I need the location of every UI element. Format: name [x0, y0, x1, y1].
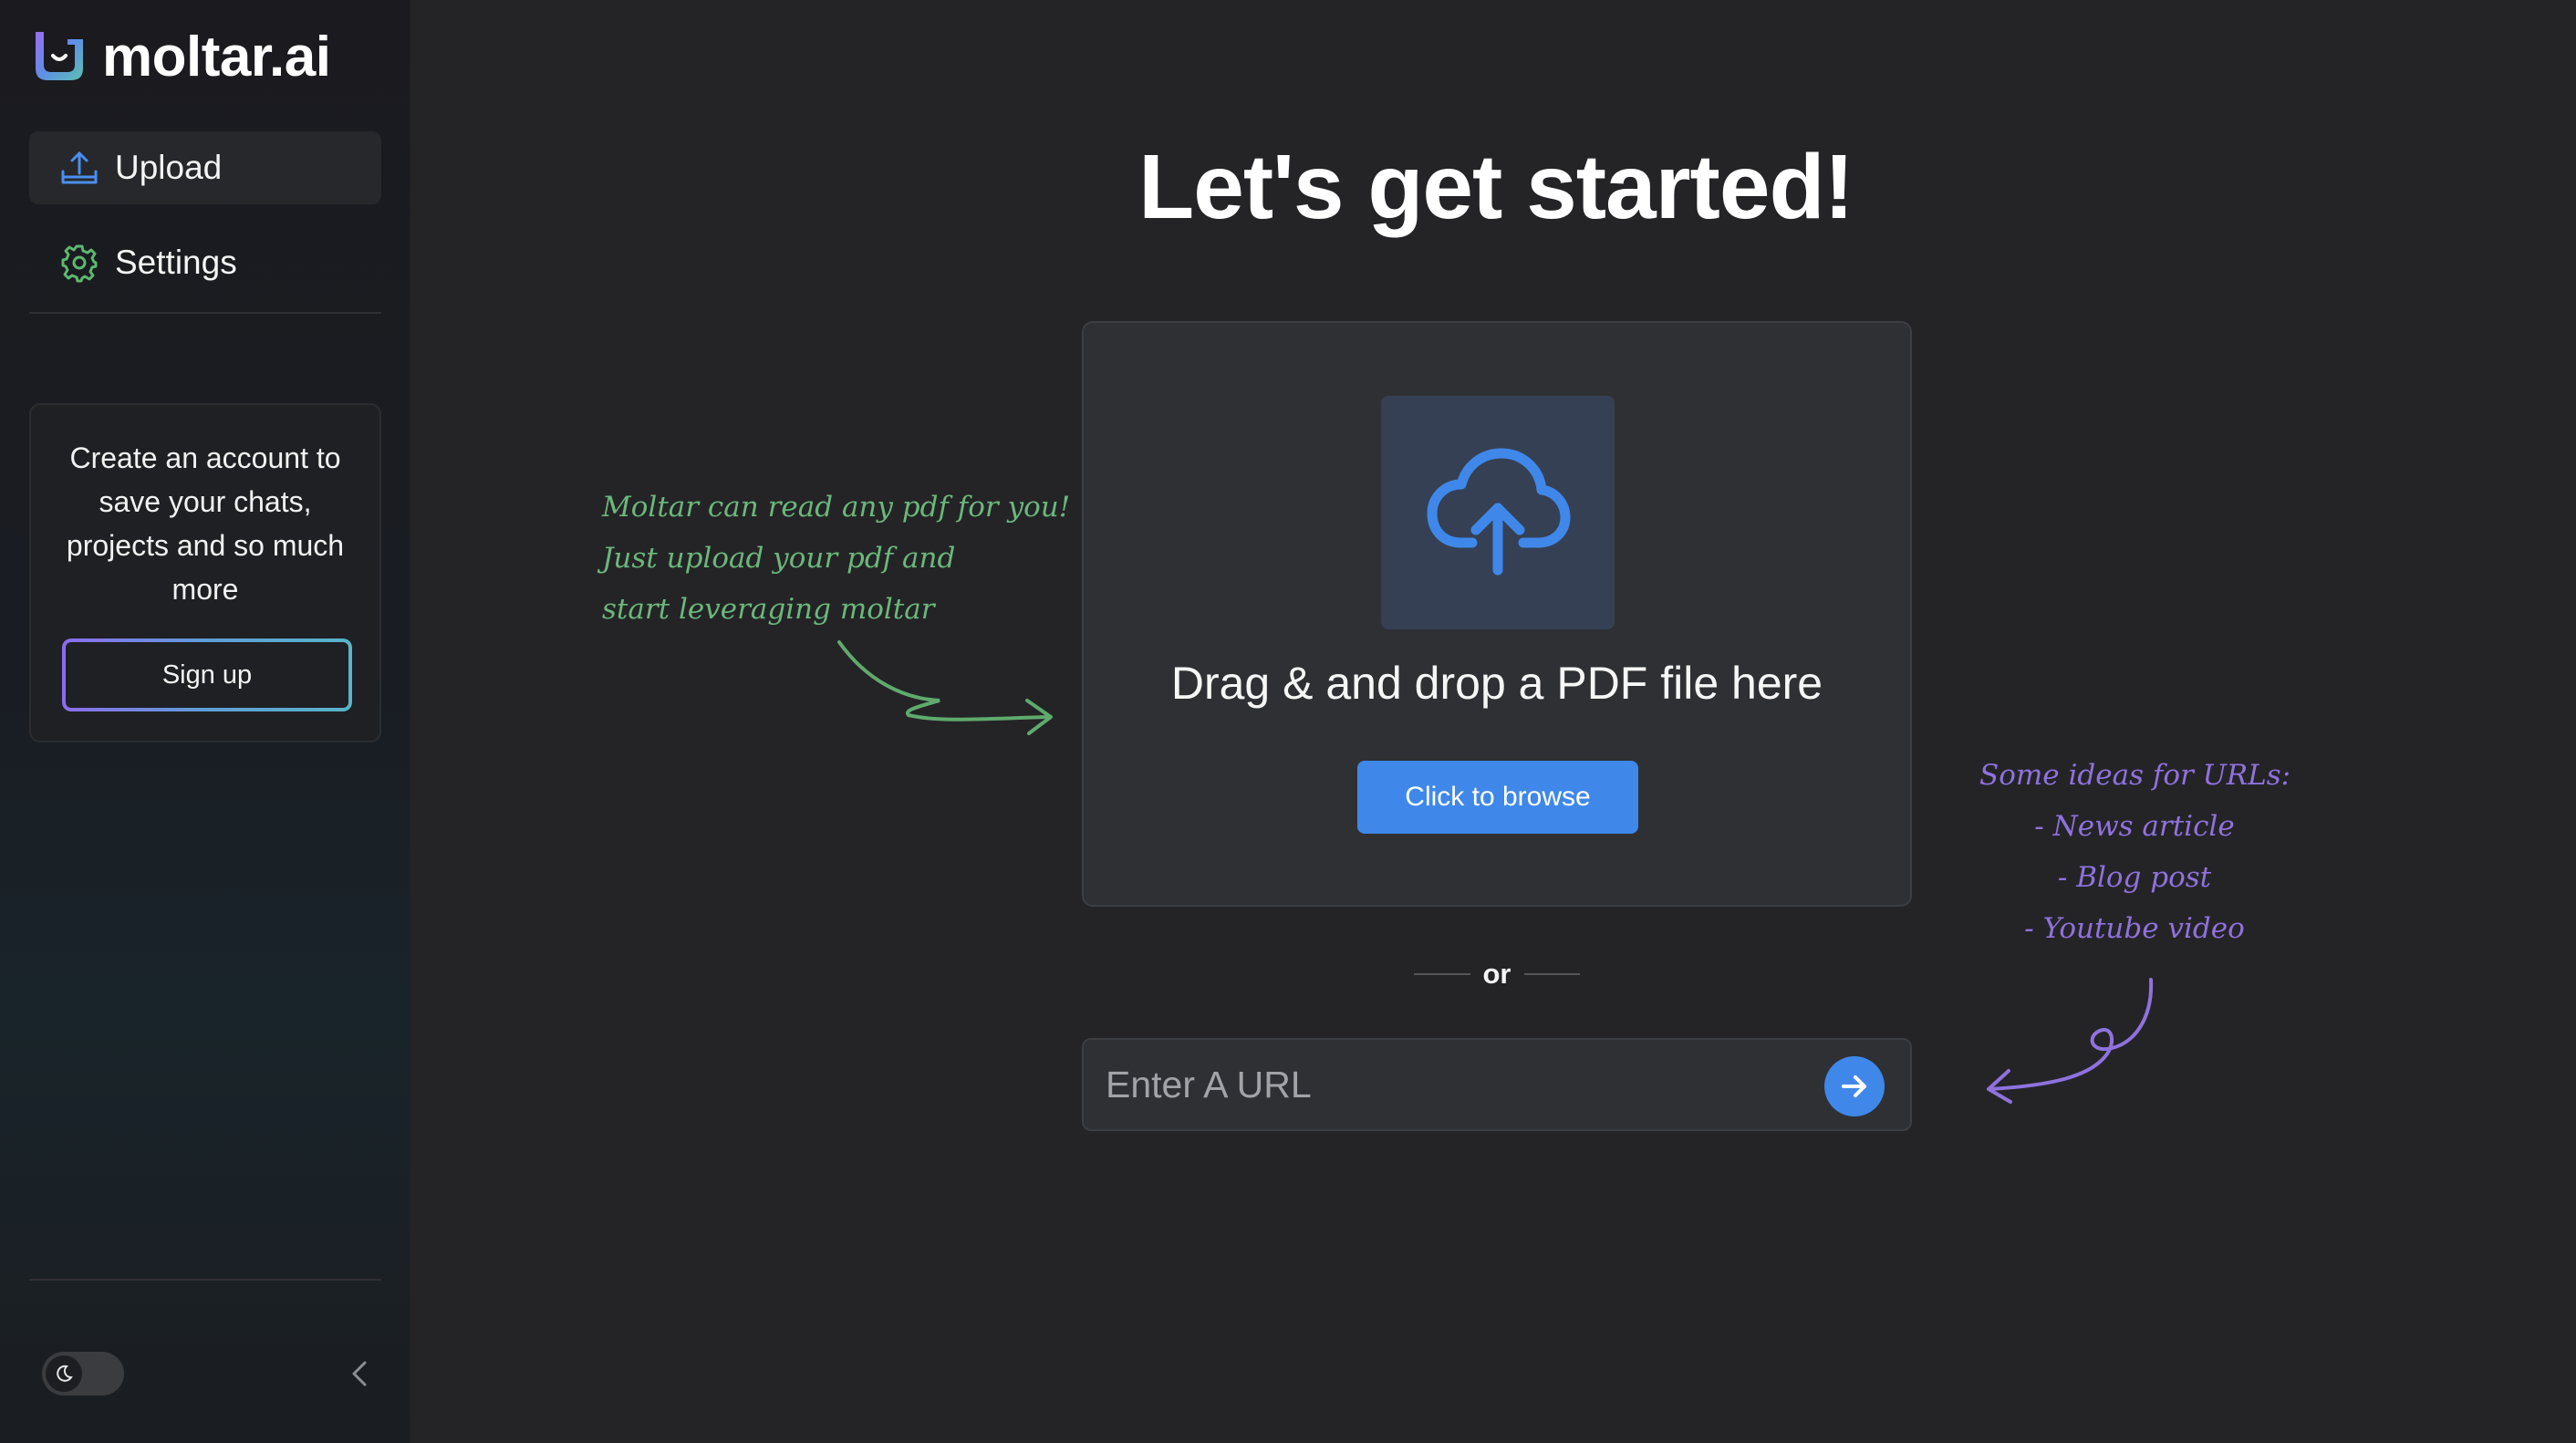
- main-content: Let's get started! Moltar can read any p…: [410, 0, 2576, 1443]
- note-line: Some ideas for URLs:: [1979, 759, 2291, 792]
- url-input-bar: [1082, 1038, 1912, 1131]
- note-line: - News article: [2034, 810, 2235, 843]
- separator-line: [1523, 973, 1580, 975]
- signup-promo-card: Create an account to save your chats, pr…: [29, 403, 381, 742]
- browse-button[interactable]: Click to browse: [1357, 761, 1638, 834]
- dropzone-text: Drag & and drop a PDF file here: [1170, 658, 1823, 709]
- note-line: - Blog post: [2057, 861, 2212, 894]
- chevron-left-icon[interactable]: [347, 1357, 374, 1390]
- url-input[interactable]: [1106, 1056, 1799, 1113]
- pdf-hint-note: Moltar can read any pdf for you! Just up…: [602, 482, 1070, 635]
- signup-button[interactable]: Sign up: [62, 638, 352, 711]
- sidebar-item-label: Upload: [115, 149, 223, 186]
- theme-toggle[interactable]: [42, 1352, 124, 1396]
- cloud-upload-icon: [1381, 396, 1615, 629]
- brand-name: moltar.ai: [102, 25, 331, 88]
- curved-arrow-right-icon: [837, 640, 1053, 735]
- note-line: Moltar can read any pdf for you!: [602, 491, 1071, 524]
- url-ideas-note: Some ideas for URLs: - News article - Bl…: [1979, 750, 2290, 954]
- upload-icon: [58, 147, 100, 189]
- sidebar-item-label: Settings: [115, 244, 237, 281]
- gear-icon: [58, 242, 100, 284]
- brand-logo[interactable]: moltar.ai: [31, 25, 331, 88]
- moon-icon: [46, 1355, 82, 1392]
- separator-line: [1414, 973, 1470, 975]
- sidebar-item-settings[interactable]: Settings: [29, 226, 381, 299]
- moltar-logo-icon: [36, 32, 83, 80]
- sidebar-divider: [29, 312, 381, 314]
- sidebar-item-upload[interactable]: Upload: [29, 131, 381, 204]
- sidebar: moltar.ai Upload Settings Create an acco…: [0, 0, 410, 1443]
- sidebar-divider: [29, 1279, 381, 1281]
- note-line: - Youtube video: [2024, 912, 2245, 945]
- promo-text: Create an account to save your chats, pr…: [66, 441, 345, 606]
- separator-text: or: [1482, 958, 1511, 990]
- arrow-right-icon: [1842, 1075, 1866, 1097]
- note-line: Just upload your pdf and: [602, 542, 956, 575]
- note-line: start leveraging moltar: [602, 593, 935, 626]
- pdf-dropzone[interactable]: Drag & and drop a PDF file here Click to…: [1082, 321, 1912, 907]
- app-root: moltar.ai Upload Settings Create an acco…: [0, 0, 2576, 1443]
- curved-arrow-left-icon: [1987, 978, 2154, 1104]
- or-separator: or: [1414, 954, 1580, 994]
- page-title: Let's get started!: [1138, 136, 1854, 238]
- url-submit-button[interactable]: [1824, 1056, 1885, 1116]
